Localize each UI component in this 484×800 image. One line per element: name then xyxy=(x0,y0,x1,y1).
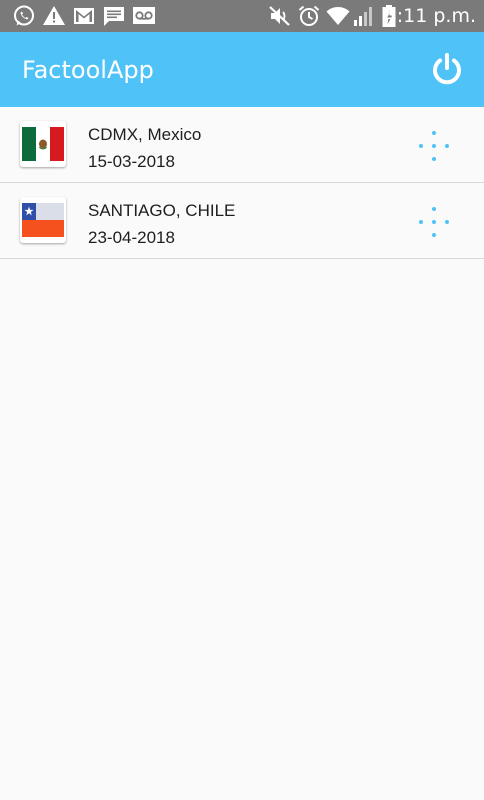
app-bar: FactoolApp xyxy=(0,32,484,107)
wifi-icon xyxy=(326,7,350,25)
logout-button[interactable] xyxy=(430,52,464,86)
trip-date: 23-04-2018 xyxy=(88,228,175,247)
status-bar: 4:11 p.m. xyxy=(0,0,484,32)
status-time: 4:11 p.m. xyxy=(384,5,476,27)
gmail-icon xyxy=(74,8,94,24)
list-item[interactable]: CDMX, Mexico 15-03-2018 xyxy=(0,107,484,183)
trip-location: SANTIAGO, CHILE xyxy=(88,201,236,220)
chile-flag-icon xyxy=(20,197,66,243)
trip-location: CDMX, Mexico xyxy=(88,125,202,144)
mute-icon xyxy=(269,6,290,26)
voicemail-icon xyxy=(133,7,155,24)
message-icon xyxy=(104,7,124,26)
alarm-icon xyxy=(298,5,320,26)
signal-icon xyxy=(354,7,372,26)
more-dots-icon xyxy=(419,207,449,237)
app-title: FactoolApp xyxy=(22,56,154,84)
warning-icon xyxy=(43,6,65,25)
trip-list: CDMX, Mexico 15-03-2018 SANTIAGO, CHILE xyxy=(0,107,484,259)
mexico-flag-icon xyxy=(20,121,66,167)
whatsapp-icon xyxy=(14,5,34,26)
trip-menu-button[interactable] xyxy=(417,205,451,239)
trip-date: 15-03-2018 xyxy=(88,152,175,171)
list-item[interactable]: SANTIAGO, CHILE 23-04-2018 xyxy=(0,183,484,259)
more-dots-icon xyxy=(419,131,449,161)
trip-menu-button[interactable] xyxy=(417,129,451,163)
power-icon xyxy=(433,53,461,85)
